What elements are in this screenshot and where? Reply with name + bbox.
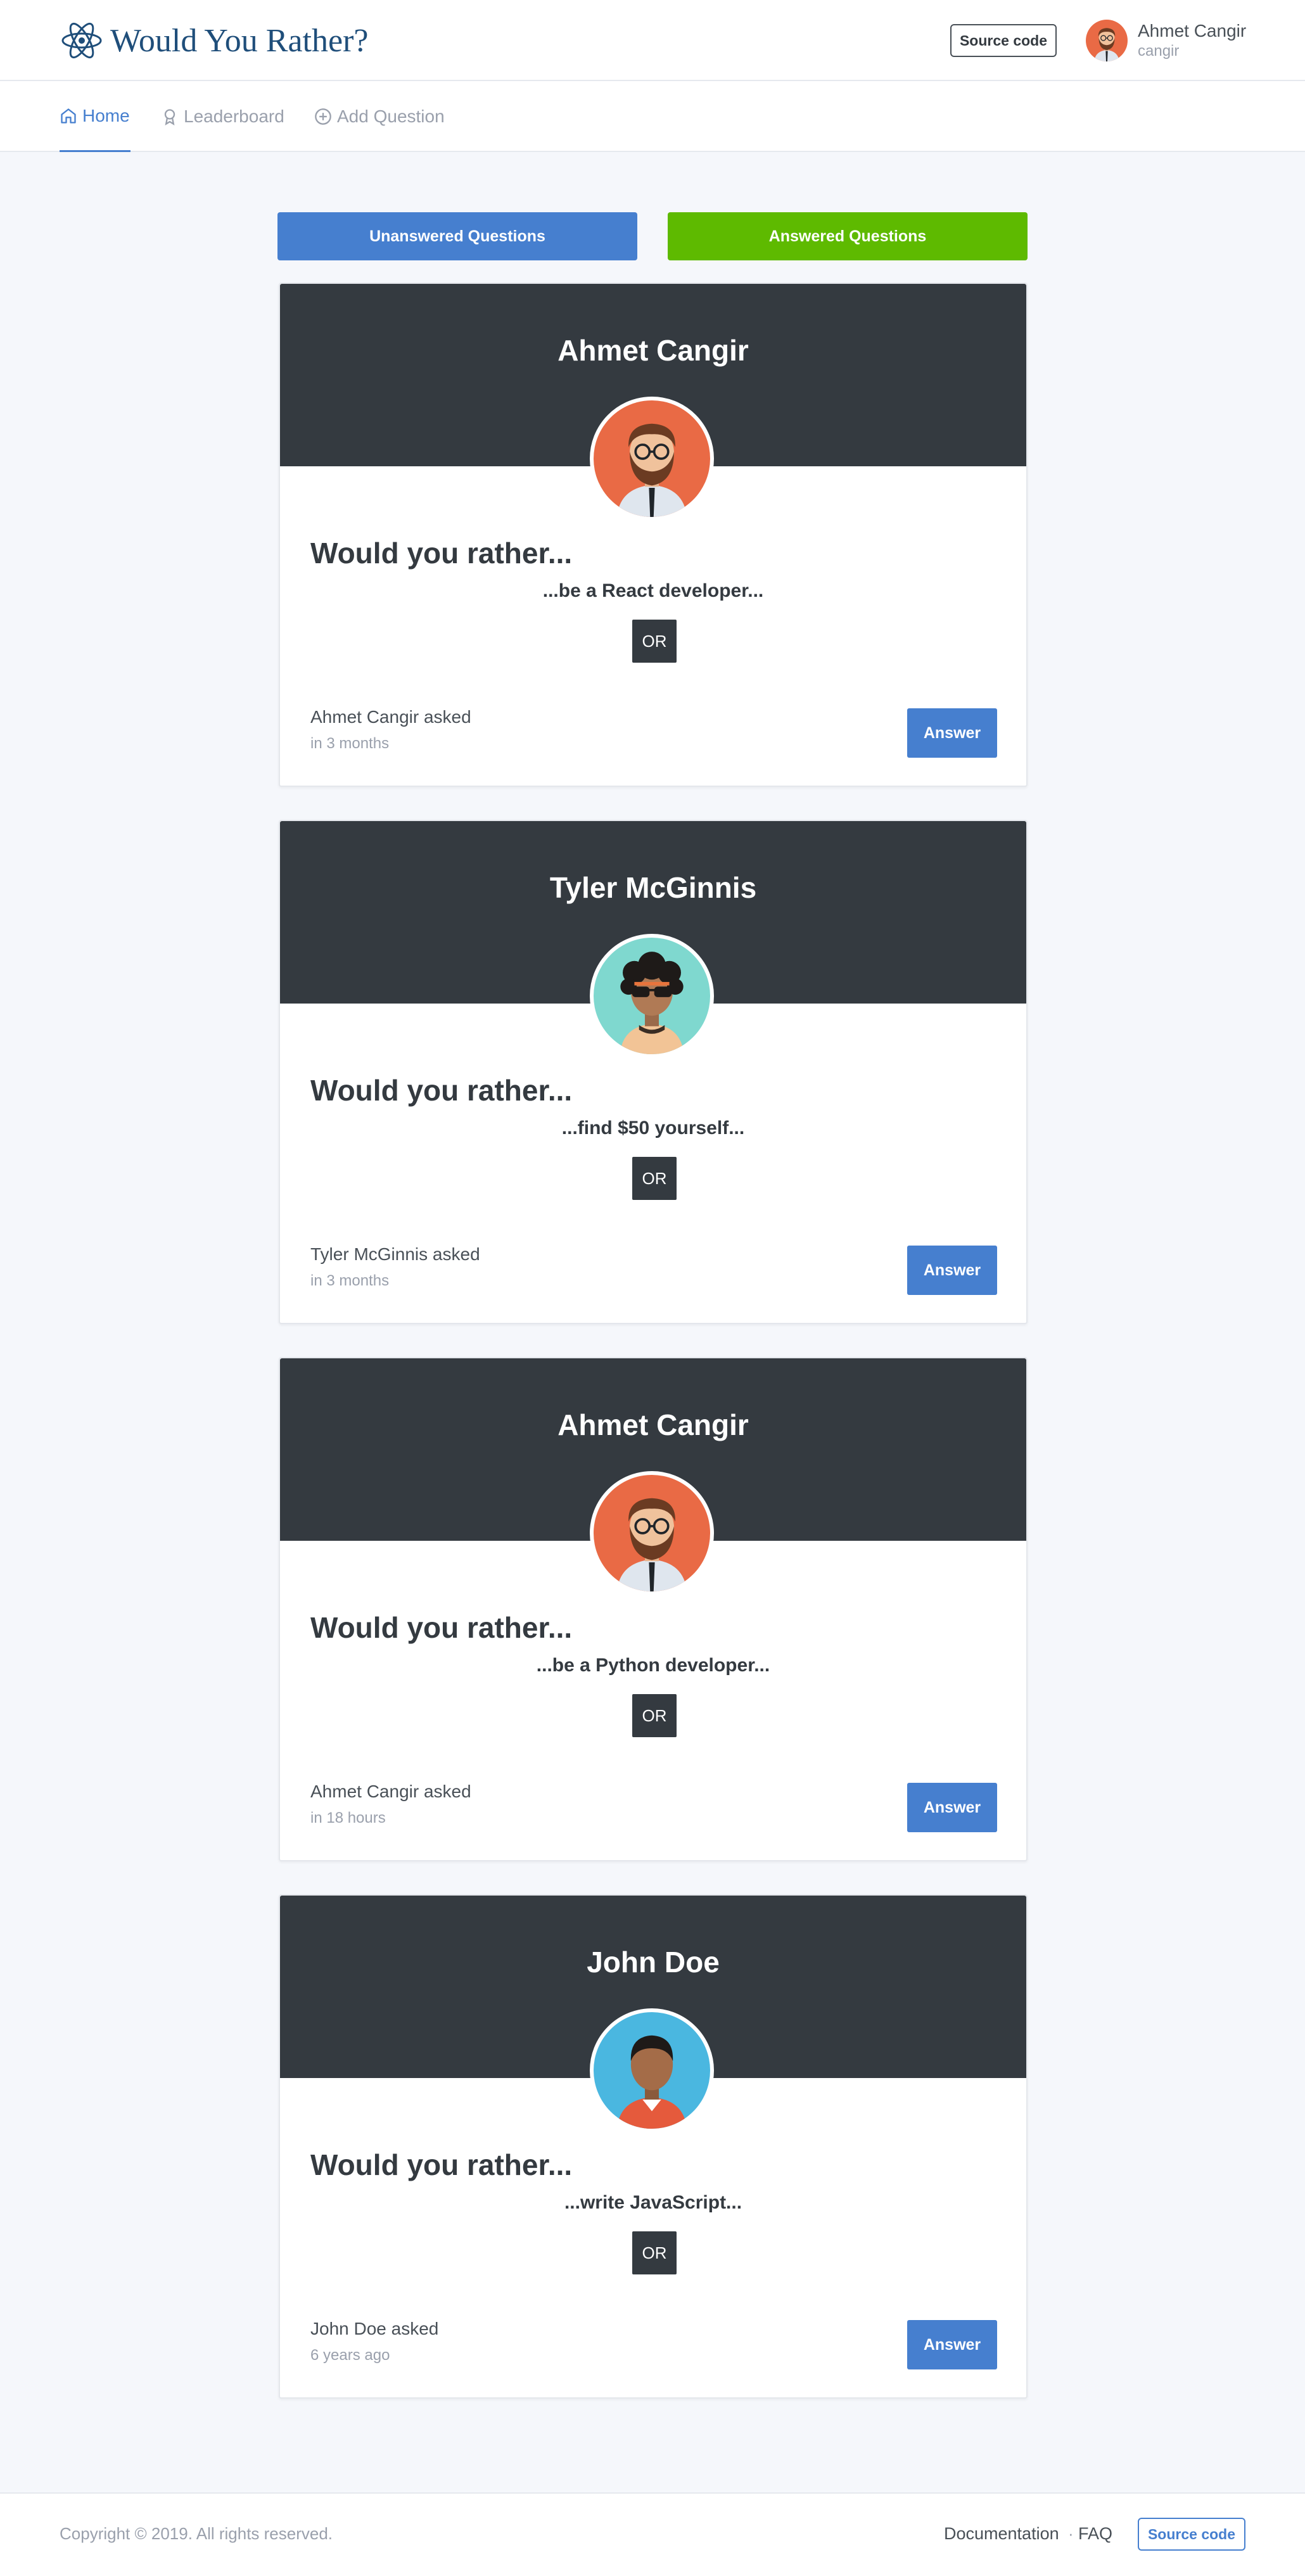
card-asked-by: Ahmet Cangir asked <box>310 707 471 727</box>
card-author-name: Ahmet Cangir <box>557 1408 749 1441</box>
card-asked-by: John Doe asked <box>310 2319 439 2338</box>
user-menu[interactable]: Ahmet Cangir cangir <box>1086 18 1246 63</box>
card-author-name: Tyler McGinnis <box>549 871 757 904</box>
card-option-text: ...find $50 yourself... <box>561 1118 745 1138</box>
source-code-button[interactable]: Source code <box>950 24 1057 57</box>
card-option-text: ...be a Python developer... <box>536 1655 770 1676</box>
footer-source-code-button[interactable]: Source code <box>1138 2518 1245 2551</box>
card-question-heading: Would you rather... <box>310 537 573 570</box>
nav-item-leaderboard[interactable]: Leaderboard <box>161 81 284 152</box>
nav-item-add-question[interactable]: Add Question <box>314 81 445 152</box>
card-timestamp: in 3 months <box>310 1272 390 1289</box>
card-author-name: John Doe <box>587 1946 720 1979</box>
avatar <box>590 2008 714 2133</box>
or-badge: OR <box>632 620 677 663</box>
footer-separator: · <box>1068 2524 1074 2543</box>
nav-item-label: Add Question <box>337 106 445 126</box>
card-question-heading: Would you rather... <box>310 1611 573 1644</box>
question-card: Ahmet Cangir Would you rather... ...be a… <box>279 283 1028 787</box>
question-card: Ahmet Cangir Would you rather... ...be a… <box>279 1357 1028 1861</box>
page-footer: Copyright © 2019. All rights reserved. D… <box>0 2492 1305 2576</box>
award-icon <box>164 109 175 125</box>
copyright-text: Copyright © 2019. All rights reserved. <box>60 2524 333 2543</box>
user-name: Ahmet Cangir <box>1138 21 1247 41</box>
answer-button[interactable]: Answer <box>907 708 997 758</box>
unanswered-questions-tab[interactable]: Unanswered Questions <box>277 212 637 260</box>
nav-item-label: Leaderboard <box>184 106 284 126</box>
avatar <box>590 934 714 1058</box>
user-handle: cangir <box>1138 42 1180 60</box>
documentation-link[interactable]: Documentation <box>944 2524 1059 2544</box>
card-question-heading: Would you rather... <box>310 1074 573 1107</box>
or-badge: OR <box>632 1157 677 1200</box>
card-asked-by: Tyler McGinnis asked <box>310 1244 480 1264</box>
avatar <box>590 1471 714 1595</box>
card-timestamp: 6 years ago <box>310 2347 390 2364</box>
or-badge: OR <box>632 1694 677 1737</box>
main-nav: Home Leaderboard Add Question <box>0 81 1305 152</box>
card-option-text: ...write JavaScript... <box>564 2192 742 2213</box>
plus-circle-icon <box>315 108 331 125</box>
answer-button[interactable]: Answer <box>907 1783 997 1832</box>
answer-button[interactable]: Answer <box>907 2320 997 2369</box>
card-question-heading: Would you rather... <box>310 2148 573 2181</box>
card-timestamp: in 3 months <box>310 735 390 752</box>
or-badge: OR <box>632 2231 677 2274</box>
brand-logo-link[interactable]: Would You Rather? <box>60 18 368 63</box>
card-asked-by: Ahmet Cangir asked <box>310 1782 471 1801</box>
answered-questions-tab[interactable]: Answered Questions <box>668 212 1028 260</box>
home-icon <box>61 108 76 124</box>
avatar <box>1086 20 1128 61</box>
faq-link[interactable]: FAQ <box>1078 2524 1112 2544</box>
top-header: Would You Rather? Source code Ahmet Cang… <box>0 0 1305 81</box>
card-author-name: Ahmet Cangir <box>557 334 749 367</box>
card-timestamp: in 18 hours <box>310 1809 386 1827</box>
avatar <box>590 397 714 521</box>
question-card: John Doe Would you rather... ...write Ja… <box>279 1894 1028 2399</box>
nav-item-home[interactable]: Home <box>60 81 130 152</box>
card-option-text: ...be a React developer... <box>542 580 764 601</box>
answer-button[interactable]: Answer <box>907 1246 997 1295</box>
app-title: Would You Rather? <box>110 22 369 59</box>
nav-item-label: Home <box>82 105 130 125</box>
question-card: Tyler McGinnis Would you rather... ...fi… <box>279 820 1028 1324</box>
react-atom-icon <box>61 22 102 59</box>
